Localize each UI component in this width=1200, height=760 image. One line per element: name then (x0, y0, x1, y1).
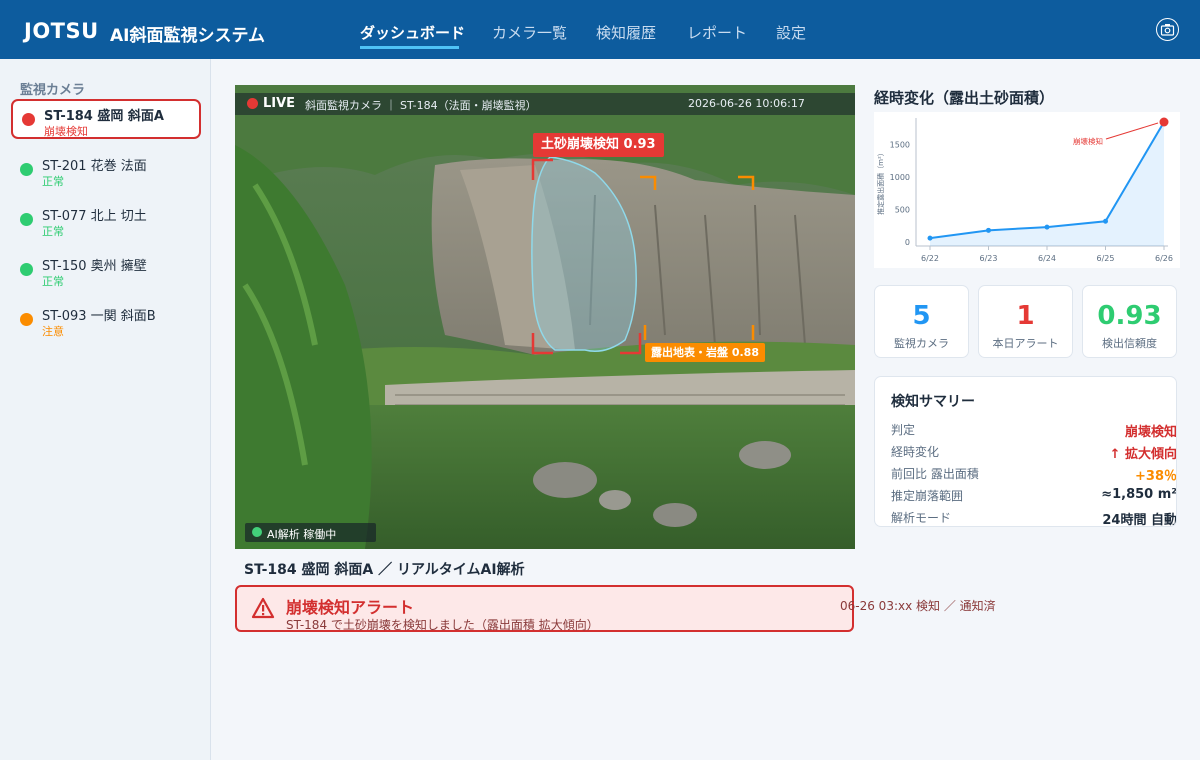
sidebar-camera-st150[interactable]: ST-150 奥州 擁壁 正常 (11, 251, 201, 291)
nav-camera-list[interactable]: カメラ一覧 (492, 22, 567, 43)
camera-status: 崩壊検知 (44, 125, 88, 138)
camera-status: 正常 (42, 275, 64, 288)
collapse-alert-banner[interactable]: 崩壊検知アラート ST-184 で土砂崩壊を検知しました（露出面積 拡大傾向） (235, 585, 854, 632)
summary-row-area-change: 前回比 露出面積 +38％ (891, 465, 1177, 484)
stat-value: 0.93 (1097, 301, 1162, 331)
sidebar-camera-st077[interactable]: ST-077 北上 切土 正常 (11, 201, 201, 241)
y-tick-label: 500 (895, 206, 910, 215)
camera-timestamp: 2026-06-26 10:06:17 (688, 97, 805, 110)
data-point (927, 235, 933, 241)
x-tick-label: 6/25 (1097, 254, 1115, 263)
warning-icon (251, 597, 275, 619)
area-trend-chart: 0 500 1000 1500 推定露出面積（m²） 6/22 6/23 6/24 6/25 6/… (874, 112, 1180, 268)
summary-value: ≈1,850 m² (1101, 487, 1177, 502)
summary-title: 検知サマリー (891, 394, 975, 410)
live-label: LIVE (263, 96, 296, 111)
summary-row-collapse-range: 推定崩落範囲 ≈1,850 m² (891, 487, 1177, 505)
ai-status-badge: AI解析 稼働中 (245, 523, 376, 542)
active-nav-indicator (360, 46, 459, 49)
annotation-arrow (1105, 122, 1159, 140)
x-tick-label: 6/24 (1038, 254, 1056, 263)
summary-key: 判定 (891, 423, 916, 437)
landslide-detection-label[interactable]: 土砂崩壊検知 0.93 (533, 133, 664, 157)
status-dot (20, 313, 33, 326)
sidebar-camera-st201[interactable]: ST-201 花巻 法面 正常 (11, 151, 201, 191)
data-point (986, 227, 991, 233)
brand-logo[interactable]: JOTSU (24, 19, 99, 43)
chart-title: 経時変化（露出土砂面積） (874, 89, 1055, 107)
ai-status-text: AI解析 稼働中 (267, 528, 337, 541)
alert-message: ST-184 で土砂崩壊を検知しました（露出面積 拡大傾向） (286, 618, 599, 632)
summary-value: 24時間 自動 (1102, 513, 1177, 527)
summary-value: 崩壊検知 (1124, 425, 1177, 440)
camera-name: ST-184 盛岡 斜面A (44, 109, 164, 124)
sidebar-camera-st184[interactable]: ST-184 盛岡 斜面A 崩壊検知 (11, 99, 201, 139)
data-point (1103, 218, 1108, 224)
exposed-ground-detection-label[interactable]: 露出地表・岩盤 0.88 (645, 343, 765, 362)
camera-name: ST-201 花巻 法面 (42, 159, 147, 174)
summary-value: ↑ 拡大傾向 (1109, 447, 1177, 462)
camera-status: 注意 (42, 325, 64, 338)
summary-row-trend: 経時変化 ↑ 拡大傾向 (891, 443, 1177, 462)
stat-card-cameras: 5 監視カメラ (874, 285, 969, 358)
status-dot (20, 213, 33, 226)
nav-settings[interactable]: 設定 (776, 22, 806, 43)
stat-card-alerts: 1 本日アラート (978, 285, 1073, 358)
summary-key: 解析モード (891, 511, 952, 525)
status-dot (22, 113, 35, 126)
chart-canvas: 0 500 1000 1500 推定露出面積（m²） 6/22 6/23 6/24 6/25 6/… (876, 117, 1173, 263)
live-camera-feed[interactable]: LIVE 斜面監視カメラ ｜ ST-184（法面・崩壊監視） 2026-06-2… (235, 85, 855, 549)
summary-key: 前回比 露出面積 (891, 467, 979, 481)
summary-row-judgement: 判定 崩壊検知 (891, 421, 1177, 440)
y-tick-label: 0 (905, 238, 910, 247)
camera-name: ST-093 一関 斜面B (42, 309, 156, 324)
highlight-data-point (1159, 117, 1169, 127)
nav-dashboard[interactable]: ダッシュボード (360, 22, 465, 43)
stat-label: 検出信頼度 (1102, 337, 1157, 350)
status-dot (20, 263, 33, 276)
alert-title: 崩壊検知アラート (286, 598, 415, 617)
alert-time: 06-26 03:xx 検知 ／ 通知済 (840, 599, 996, 613)
x-tick-label: 6/23 (980, 254, 998, 263)
sidebar-camera-st093[interactable]: ST-093 一関 斜面B 注意 (11, 301, 201, 341)
summary-key: 推定崩落範囲 (891, 489, 964, 503)
summary-row-mode: 解析モード 24時間 自動 (891, 509, 1177, 527)
camera-caption: 斜面監視カメラ ｜ ST-184（法面・崩壊監視） (305, 99, 537, 112)
video-title: ST-184 盛岡 斜面A ／ リアルタイムAI解析 (244, 562, 525, 578)
nav-reports[interactable]: レポート (687, 22, 747, 43)
stat-value: 1 (1016, 301, 1035, 331)
ai-status-dot (252, 527, 262, 537)
camera-name: ST-077 北上 切土 (42, 209, 147, 224)
live-indicator-dot (247, 98, 258, 109)
summary-value: +38％ (1135, 469, 1177, 484)
camera-status: 正常 (42, 225, 64, 238)
y-tick-label: 1000 (890, 173, 910, 182)
camera-name: ST-150 奥州 擁壁 (42, 259, 147, 274)
status-dot (20, 163, 33, 176)
stat-card-confidence: 0.93 検出信頼度 (1082, 285, 1177, 358)
camera-icon[interactable] (1156, 18, 1179, 41)
top-header: JOTSU AI斜面監視システム ダッシュボード カメラ一覧 検知履歴 レポート… (0, 0, 1200, 59)
x-tick-label: 6/26 (1155, 254, 1173, 263)
system-title: AI斜面監視システム (110, 26, 265, 46)
data-point (1044, 224, 1050, 230)
live-overlay-bar: LIVE 斜面監視カメラ ｜ ST-184（法面・崩壊監視） 2026-06-2… (235, 93, 855, 115)
y-axis-label: 推定露出面積（m²） (876, 149, 885, 215)
camera-sidebar: 監視カメラ ST-184 盛岡 斜面A 崩壊検知 ST-201 花巻 法面 正常… (0, 59, 211, 760)
nav-detection-history[interactable]: 検知履歴 (596, 22, 656, 43)
x-tick-label: 6/22 (921, 254, 939, 263)
camera-status: 正常 (42, 175, 64, 188)
annotation-label: 崩壊検知 (1073, 136, 1103, 146)
stat-label: 監視カメラ (894, 337, 949, 350)
stat-label: 本日アラート (992, 337, 1059, 350)
detection-summary-panel: 検知サマリー 判定 崩壊検知 経時変化 ↑ 拡大傾向 前回比 露出面積 +38％… (874, 376, 1177, 527)
sidebar-title: 監視カメラ (20, 83, 86, 98)
y-tick-label: 1500 (890, 141, 910, 150)
summary-key: 経時変化 (891, 445, 940, 459)
stat-value: 5 (912, 301, 931, 331)
